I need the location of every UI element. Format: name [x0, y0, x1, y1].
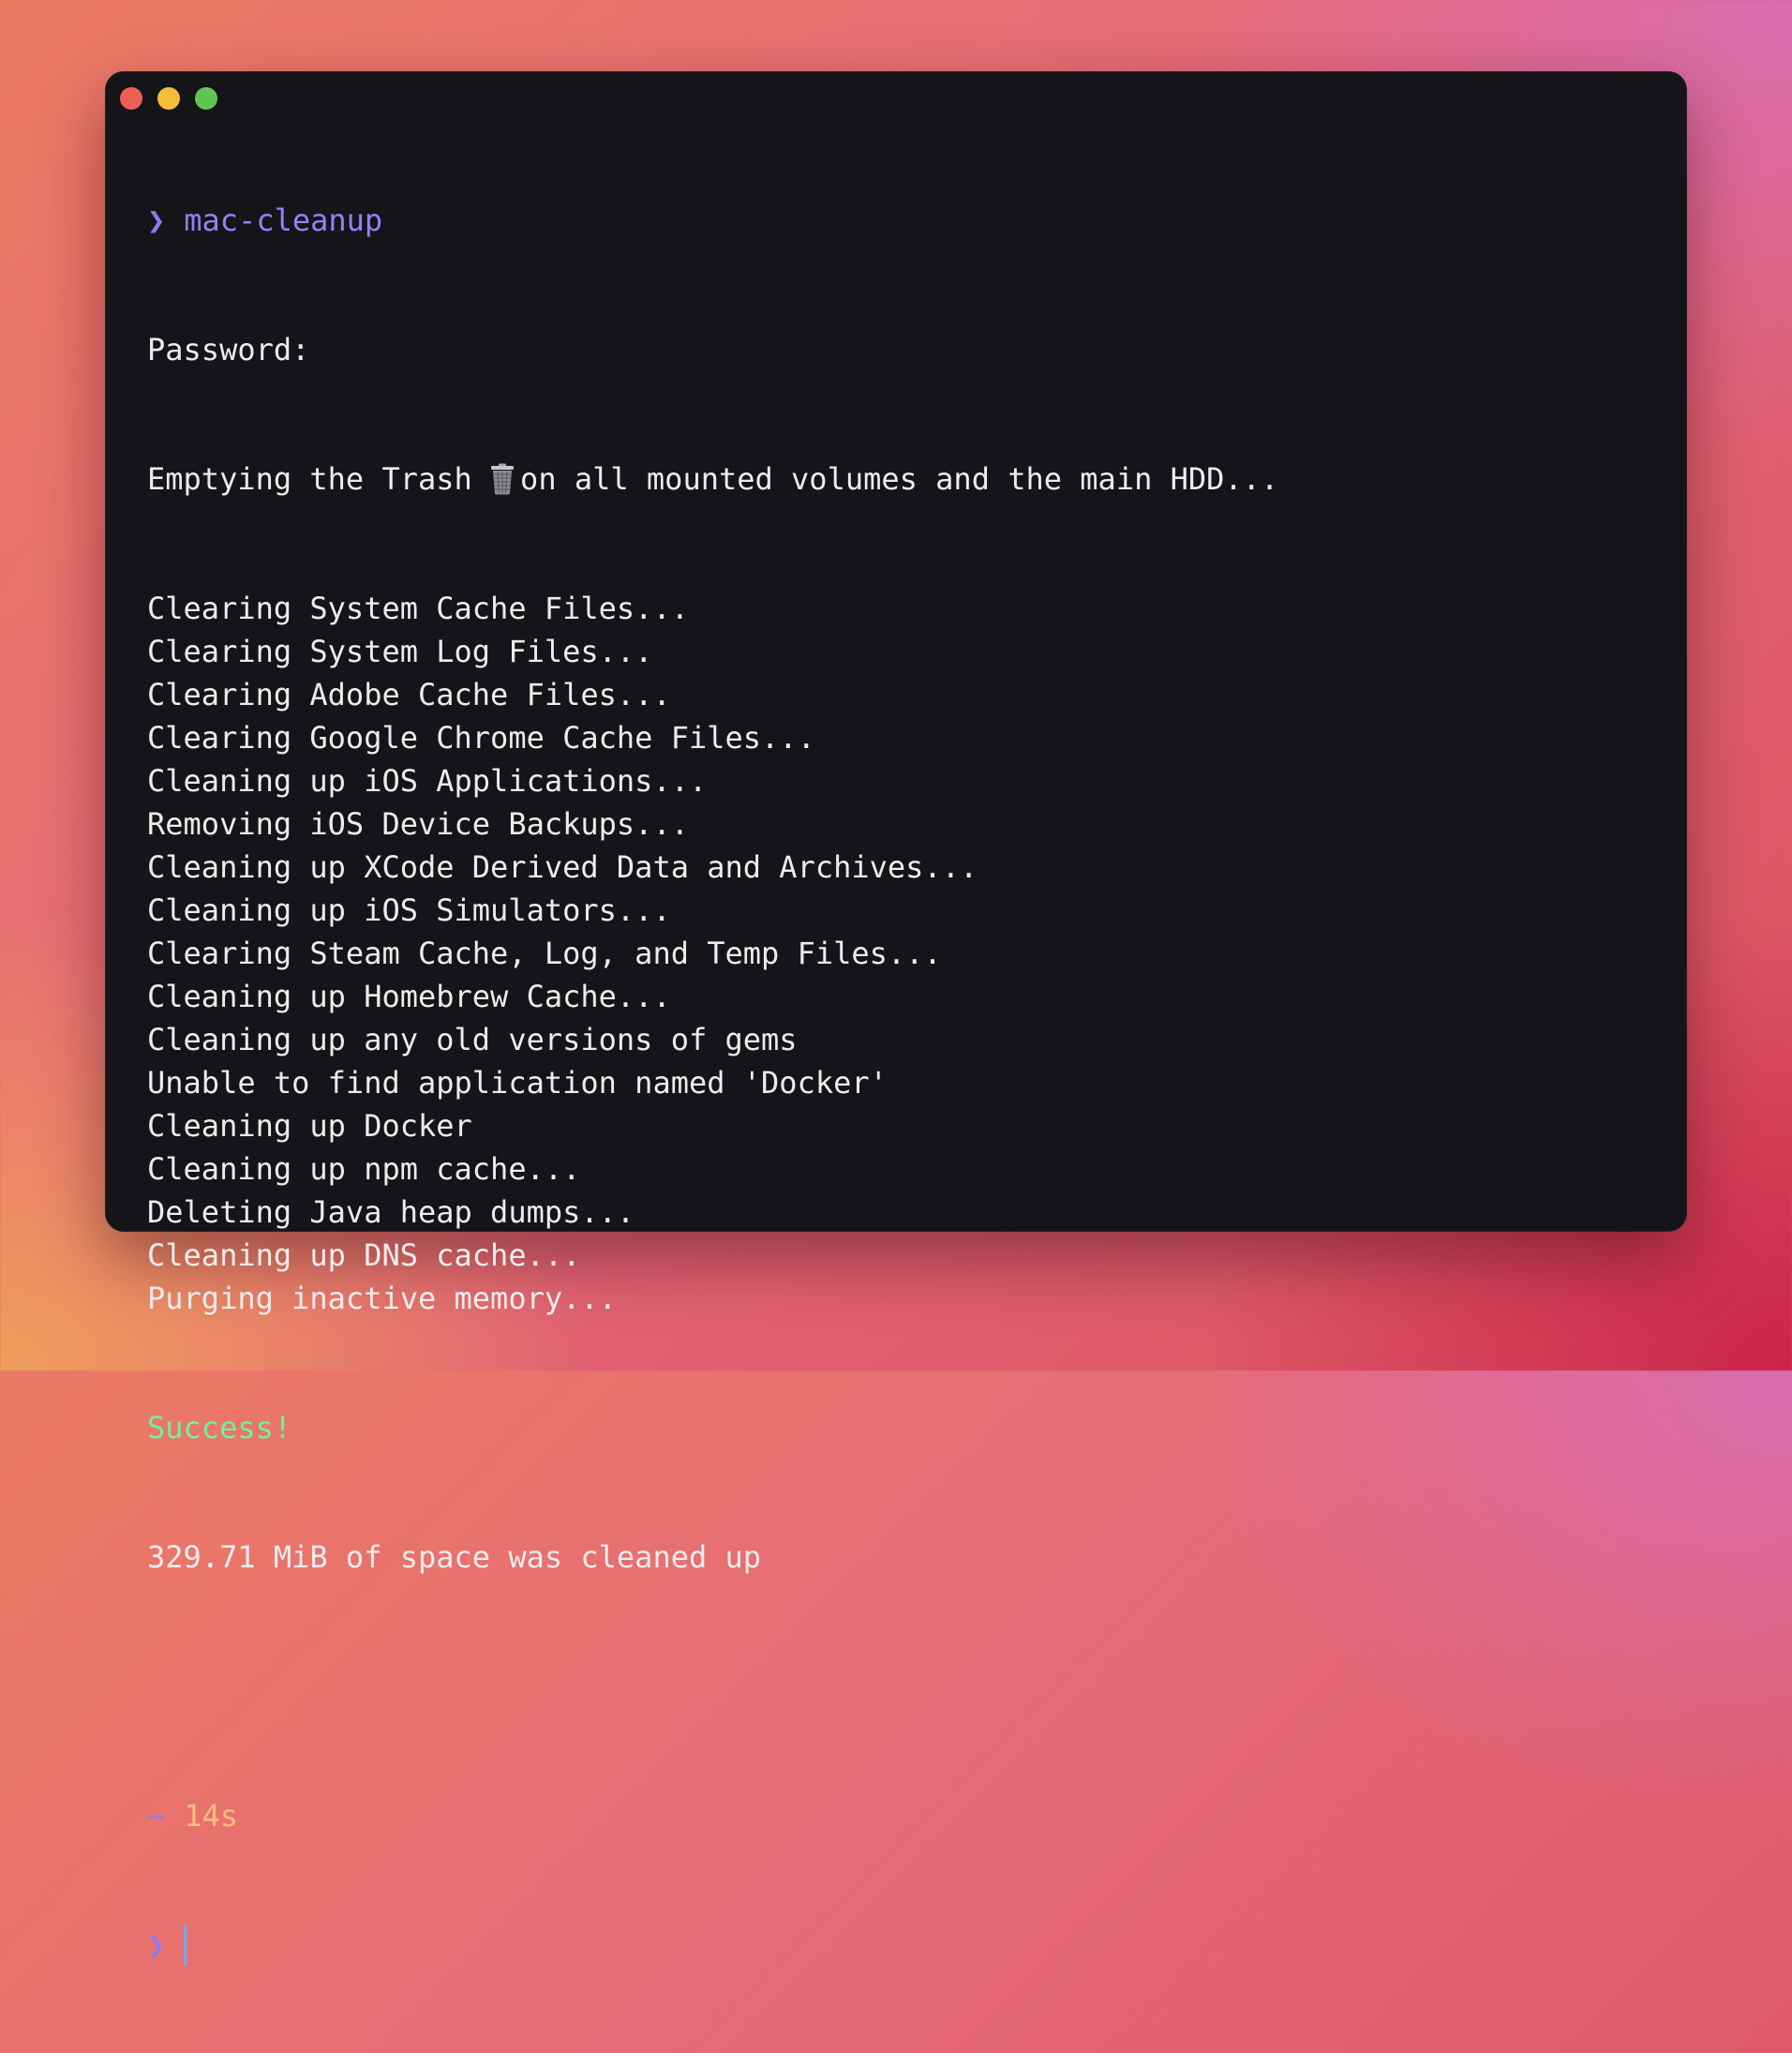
input-prompt-line[interactable]: ❯ — [147, 1924, 1650, 1967]
output-line: Removing iOS Device Backups... — [147, 806, 689, 842]
minimize-button[interactable] — [157, 87, 180, 110]
output-line: Deleting Java heap dumps... — [147, 1194, 635, 1230]
prompt-arrow-icon: ❯ — [147, 1927, 166, 1963]
status-line: ~14s — [147, 1794, 1650, 1837]
output-line-password: Password: — [147, 332, 310, 367]
wastebasket-icon — [491, 463, 515, 495]
summary-message: 329.71 MiB of space was cleaned up — [147, 1539, 762, 1575]
trash-text-before: Emptying the Trash — [147, 461, 491, 497]
output-line: Cleaning up Docker — [147, 1108, 472, 1144]
terminal-output[interactable]: ❯ mac-cleanup Password: Emptying the Tras… — [147, 112, 1650, 2053]
output-line: Unable to find application named 'Docker… — [147, 1065, 888, 1101]
output-line: Cleaning up XCode Derived Data and Archi… — [147, 849, 978, 885]
command-text: mac-cleanup — [184, 202, 383, 238]
window-controls — [120, 87, 217, 110]
terminal-window[interactable]: ❯ mac-cleanup Password: Emptying the Tras… — [105, 71, 1687, 1966]
maximize-button[interactable] — [195, 87, 217, 110]
output-line: Clearing Adobe Cache Files... — [147, 677, 671, 712]
output-line: Clearing System Log Files... — [147, 634, 653, 669]
output-line: Purging inactive memory... — [147, 1281, 617, 1316]
output-line: Cleaning up DNS cache... — [147, 1237, 581, 1273]
output-line: Cleaning up iOS Applications... — [147, 763, 708, 799]
directory-indicator: ~ — [147, 1798, 166, 1834]
output-line: Clearing Google Chrome Cache Files... — [147, 720, 815, 756]
output-line: Cleaning up npm cache... — [147, 1151, 581, 1187]
output-line: Cleaning up any old versions of gems — [147, 1022, 798, 1057]
trash-text-after: on all mounted volumes and the main HDD.… — [520, 461, 1279, 497]
output-line: Clearing Steam Cache, Log, and Temp File… — [147, 936, 942, 971]
success-message: Success! — [147, 1410, 292, 1446]
output-line: Cleaning up Homebrew Cache... — [147, 979, 671, 1014]
duration-indicator: 14s — [184, 1798, 239, 1834]
command-line: ❯ mac-cleanup — [147, 199, 1650, 242]
output-lines: Clearing System Cache Files... Clearing S… — [147, 587, 1650, 1320]
text-cursor[interactable] — [184, 1925, 187, 1966]
close-button[interactable] — [120, 87, 142, 110]
output-line: Cleaning up iOS Simulators... — [147, 892, 671, 928]
output-line-trash: Emptying the Trash on all mounted volume… — [147, 457, 1650, 501]
output-line: Clearing System Cache Files... — [147, 591, 689, 626]
prompt-arrow-icon: ❯ — [147, 202, 166, 238]
